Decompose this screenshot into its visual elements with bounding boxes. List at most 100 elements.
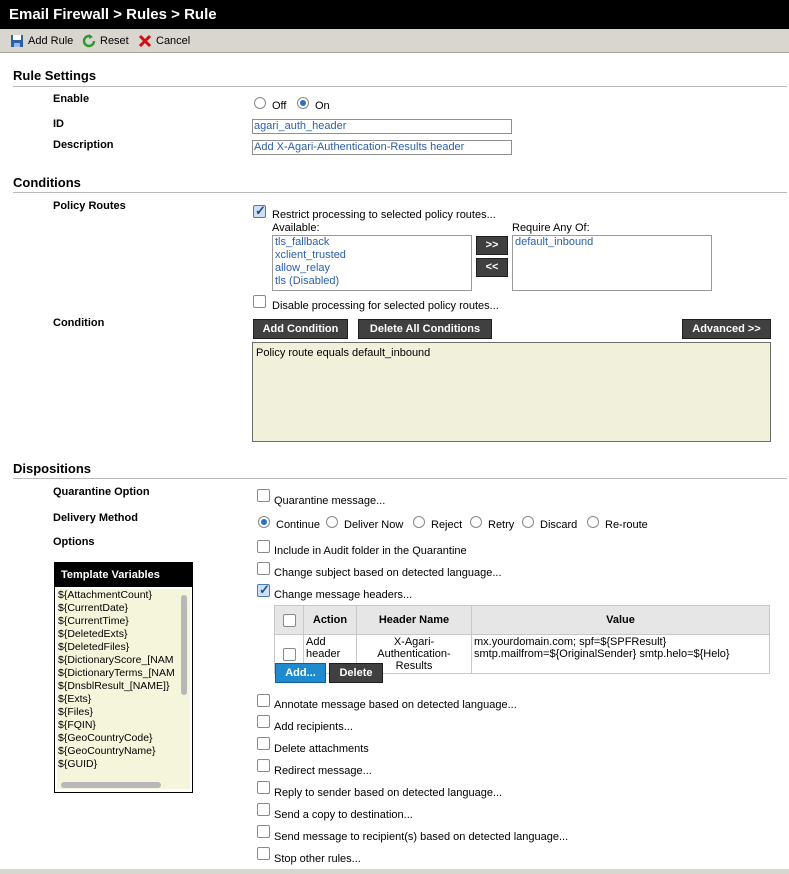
quarantine-option-label: Quarantine Option [53, 486, 150, 498]
list-item[interactable]: ${CurrentTime} [57, 615, 190, 628]
delivery-method-label: Delivery Method [53, 512, 138, 524]
close-icon [138, 34, 152, 48]
move-left-button[interactable]: << [476, 258, 508, 277]
quarantine-checkbox[interactable] [257, 489, 270, 502]
select-all-header [274, 605, 304, 635]
delete-all-conditions-button[interactable]: Delete All Conditions [358, 319, 492, 339]
restrict-routes-label: Restrict processing to selected policy r… [272, 209, 496, 221]
save-icon [10, 34, 24, 48]
reset-button[interactable]: Reset [82, 33, 129, 49]
condition-text: Policy route equals default_inbound [256, 347, 431, 359]
delivery-reject-radio[interactable] [413, 516, 425, 528]
delivery-deliver-now-radio[interactable] [326, 516, 338, 528]
delivery-reroute-radio[interactable] [587, 516, 599, 528]
template-variables-panel: Template Variables ${AttachmentCount} ${… [54, 562, 193, 793]
add-rule-button[interactable]: Add Rule [10, 33, 73, 49]
enable-off-label: Off [272, 100, 287, 112]
required-routes-list[interactable]: default_inbound [512, 235, 712, 291]
list-item[interactable]: ${DictionaryTerms_[NAM [57, 667, 190, 680]
restrict-routes-checkbox[interactable] [253, 203, 266, 219]
delete-attachments-checkbox[interactable] [257, 737, 270, 750]
list-item[interactable]: ${Exts} [57, 693, 190, 706]
change-subject-checkbox[interactable] [257, 562, 270, 575]
value-column-header: Value [471, 605, 770, 635]
enable-on-label: On [315, 100, 330, 112]
description-field[interactable]: Add X-Agari-Authentication-Results heade… [252, 140, 512, 155]
list-item[interactable]: ${FQIN} [57, 719, 190, 732]
add-recipients-checkbox[interactable] [257, 715, 270, 728]
vertical-scrollbar[interactable] [180, 590, 189, 775]
list-item[interactable]: xclient_trusted [273, 249, 471, 262]
condition-editor[interactable]: Policy route equals default_inbound [252, 342, 771, 442]
toolbar: Add Rule Reset Cancel [0, 29, 789, 53]
delivery-reject-label: Reject [431, 519, 463, 531]
add-header-button[interactable]: Add... [275, 663, 326, 683]
audit-checkbox[interactable] [257, 540, 270, 553]
quarantine-label: Quarantine message... [274, 495, 386, 507]
redirect-label: Redirect message... [274, 765, 372, 777]
add-rule-label: Add Rule [28, 35, 74, 47]
list-item[interactable]: ${AttachmentCount} [57, 589, 190, 602]
policy-routes-label: Policy Routes [53, 200, 126, 212]
enable-label: Enable [53, 93, 90, 105]
action-column-header: Action [303, 605, 357, 635]
list-item[interactable]: ${CurrentDate} [57, 602, 190, 615]
dispositions-heading: Dispositions [13, 461, 92, 476]
section-divider [13, 86, 787, 87]
stop-rules-checkbox[interactable] [257, 847, 270, 860]
delivery-reroute-label: Re-route [605, 519, 648, 531]
value-cell: mx.yourdomain.com; spf=${SPFResult} smtp.… [471, 634, 770, 674]
redirect-checkbox[interactable] [257, 759, 270, 772]
section-divider [13, 192, 787, 193]
list-item[interactable]: ${DnsblResult_[NAME]} [57, 680, 190, 693]
row-checkbox[interactable] [282, 647, 296, 661]
bottom-bar [0, 869, 789, 874]
annotate-checkbox[interactable] [257, 694, 270, 707]
change-headers-label: Change message headers... [274, 589, 413, 601]
list-item[interactable]: ${GeoCountryCode} [57, 732, 190, 745]
list-item[interactable]: ${DeletedExts} [57, 628, 190, 641]
list-item[interactable]: ${DictionaryScore_[NAM [57, 654, 190, 667]
delete-header-button[interactable]: Delete [329, 663, 383, 683]
enable-off-radio[interactable] [254, 97, 266, 109]
reply-checkbox[interactable] [257, 781, 270, 794]
enable-on-radio[interactable] [297, 97, 309, 109]
list-item[interactable]: ${DeletedFiles} [57, 641, 190, 654]
horizontal-scrollbar[interactable] [61, 782, 161, 788]
list-item[interactable]: tls (Disabled) [273, 275, 471, 288]
disable-routes-label: Disable processing for selected policy r… [272, 300, 499, 312]
available-routes-list[interactable]: tls_fallback xclient_trusted allow_relay… [272, 235, 472, 291]
list-item[interactable]: ${GUID} [57, 758, 190, 771]
cancel-label: Cancel [156, 35, 191, 47]
conditions-heading: Conditions [13, 175, 81, 190]
change-headers-checkbox[interactable] [257, 582, 270, 598]
scroll-thumb[interactable] [181, 595, 187, 695]
delivery-continue-radio[interactable] [258, 516, 270, 528]
delete-attachments-label: Delete attachments [274, 743, 369, 755]
reset-label: Reset [100, 35, 129, 47]
send-copy-label: Send a copy to destination... [274, 809, 413, 821]
list-item[interactable]: tls_fallback [273, 236, 471, 249]
list-item[interactable]: allow_relay [273, 262, 471, 275]
delivery-deliver-now-label: Deliver Now [344, 519, 404, 531]
add-condition-button[interactable]: Add Condition [253, 319, 348, 339]
delivery-retry-radio[interactable] [470, 516, 482, 528]
advanced-button[interactable]: Advanced >> [682, 319, 771, 339]
move-right-button[interactable]: >> [476, 236, 508, 255]
header-name-column-header: Header Name [356, 605, 472, 635]
delivery-discard-label: Discard [540, 519, 578, 531]
select-all-checkbox[interactable] [282, 613, 296, 627]
list-item[interactable]: default_inbound [513, 236, 711, 249]
disable-routes-checkbox[interactable] [253, 295, 266, 308]
template-variables-list[interactable]: ${AttachmentCount} ${CurrentDate} ${Curr… [57, 589, 190, 789]
reply-label: Reply to sender based on detected langua… [274, 787, 503, 799]
action-text: header [306, 648, 341, 660]
delivery-discard-radio[interactable] [522, 516, 534, 528]
value-text: mx.yourdomain.com; spf=${SPFResult} [474, 636, 667, 648]
cancel-button[interactable]: Cancel [138, 33, 190, 49]
id-field[interactable]: agari_auth_header [252, 119, 512, 134]
send-copy-checkbox[interactable] [257, 803, 270, 816]
send-recipients-checkbox[interactable] [257, 825, 270, 838]
list-item[interactable]: ${Files} [57, 706, 190, 719]
list-item[interactable]: ${GeoCountryName} [57, 745, 190, 758]
